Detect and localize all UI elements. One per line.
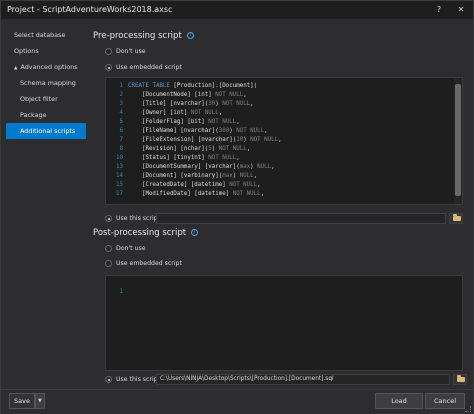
- load-button[interactable]: Load: [375, 393, 423, 409]
- dialog-footer: Save ▼ Load Cancel: [1, 389, 473, 414]
- line-number: 17: [116, 191, 123, 197]
- post-browse-button[interactable]: [453, 374, 467, 385]
- pre-processing-title: Pre-processing script: [93, 31, 182, 41]
- code-text: CREATE TABLE [Production].[Document](: [128, 83, 258, 89]
- code-text: [FileExtension] [nvarchar](10) NOT NULL,: [128, 137, 282, 143]
- line-number: 2: [119, 92, 124, 98]
- info-icon[interactable]: i: [186, 32, 194, 39]
- radio-button[interactable]: [105, 48, 112, 55]
- sidebar-item-select-database[interactable]: Select database: [6, 27, 86, 43]
- post-script-editor[interactable]: 1: [105, 275, 463, 371]
- radio-label: Don't use: [116, 245, 146, 252]
- post-processing-heading: Post-processing script i: [93, 228, 199, 238]
- code-text: [Owner] [int] NOT NULL,: [128, 110, 223, 116]
- folder-icon: [457, 375, 465, 382]
- line-number: 4: [119, 110, 124, 116]
- sidebar-item-schema-mapping[interactable]: Schema mapping: [6, 75, 86, 91]
- sidebar-item-additional-scripts[interactable]: Additional scripts: [6, 123, 86, 139]
- pre-script-path-input[interactable]: [156, 213, 446, 224]
- radio-label: Use embedded script: [116, 64, 182, 71]
- code-text: [Status] [tinyint] NOT NULL,: [128, 155, 240, 161]
- chevron-down-icon: ▼: [38, 398, 42, 404]
- cancel-button[interactable]: Cancel: [425, 393, 465, 409]
- line-number: 10: [116, 155, 123, 161]
- line-number: 5: [119, 119, 124, 125]
- line-number: 1: [119, 288, 124, 295]
- sidebar-item-advanced-options[interactable]: ▲ Advanced options: [6, 59, 86, 75]
- radio-button-checked[interactable]: [105, 215, 112, 222]
- code-text: [ModifiedDate] [datetime] NOT NULL,: [128, 191, 265, 197]
- radio-button[interactable]: [105, 260, 112, 267]
- window-title: Project - ScriptAdventureWorks2018.axsc: [7, 5, 173, 14]
- pre-script-editor[interactable]: 1 CREATE TABLE [Production].[Document](2 …: [105, 77, 463, 205]
- radio-button-checked[interactable]: [105, 64, 112, 71]
- sidebar-nav: Select database Options ▲ Advanced option…: [1, 19, 91, 377]
- radio-label: Use embedded script: [116, 260, 182, 267]
- sidebar-item-package[interactable]: Package: [6, 107, 86, 123]
- code-text: [Revision] [nchar](5) NOT NULL,: [128, 146, 251, 152]
- radio-button[interactable]: [105, 245, 112, 252]
- code-text: [CreatedDate] [datetime] NOT NULL,: [128, 182, 261, 188]
- resize-grip-icon[interactable]: [465, 406, 471, 412]
- code-text: [FolderFlag] [bit] NOT NULL,: [128, 119, 240, 125]
- close-button[interactable]: ✕: [453, 3, 469, 17]
- line-number: 1: [119, 83, 124, 89]
- save-button[interactable]: Save: [9, 393, 35, 409]
- post-processing-title: Post-processing script: [93, 228, 187, 238]
- help-button[interactable]: ?: [431, 3, 447, 17]
- sidebar-item-label: Advanced options: [20, 63, 78, 71]
- sidebar-item-object-filter[interactable]: Object filter: [6, 91, 86, 107]
- project-dialog: Project - ScriptAdventureWorks2018.axsc …: [0, 0, 474, 414]
- collapse-arrow-icon[interactable]: ▲: [14, 66, 17, 71]
- code-text: [DocumentSummary] [varchar](max) NULL,: [128, 164, 275, 170]
- post-script-path-input[interactable]: C:\Users\NINJA\Desktop\Scripts\[Producti…: [156, 374, 450, 385]
- line-number: 6: [119, 128, 124, 134]
- code-line: 1: [106, 279, 134, 295]
- additional-scripts-panel: Pre-processing script i Don't use Use emb…: [93, 19, 471, 377]
- code-text: [Document] [varbinary](max) NULL,: [128, 173, 258, 179]
- editor-scrollbar[interactable]: [454, 78, 462, 204]
- line-number: 8: [119, 146, 124, 152]
- line-number: 3: [119, 101, 124, 107]
- sidebar-item-options[interactable]: Options: [6, 43, 86, 59]
- pre-processing-heading: Pre-processing script i: [93, 31, 194, 41]
- code-text: [Title] [nvarchar](30) NOT NULL,: [128, 101, 254, 107]
- code-text: [FileName] [nvarchar](300) NOT NULL,: [128, 128, 268, 134]
- line-number: 14: [116, 173, 123, 179]
- radio-label: Don't use: [116, 48, 146, 55]
- info-icon[interactable]: i: [191, 229, 199, 236]
- code-text: [DocumentNode] [int] NOT NULL,: [128, 92, 247, 98]
- save-dropdown-button[interactable]: ▼: [35, 393, 45, 409]
- line-number: 13: [116, 164, 123, 170]
- line-number: 7: [119, 137, 124, 143]
- radio-button-checked[interactable]: [105, 376, 112, 383]
- folder-icon: [453, 214, 461, 221]
- pre-browse-button[interactable]: [449, 213, 463, 224]
- line-number: 15: [116, 182, 123, 188]
- scrollbar-thumb[interactable]: [455, 84, 461, 196]
- title-bar: Project - ScriptAdventureWorks2018.axsc …: [1, 1, 473, 19]
